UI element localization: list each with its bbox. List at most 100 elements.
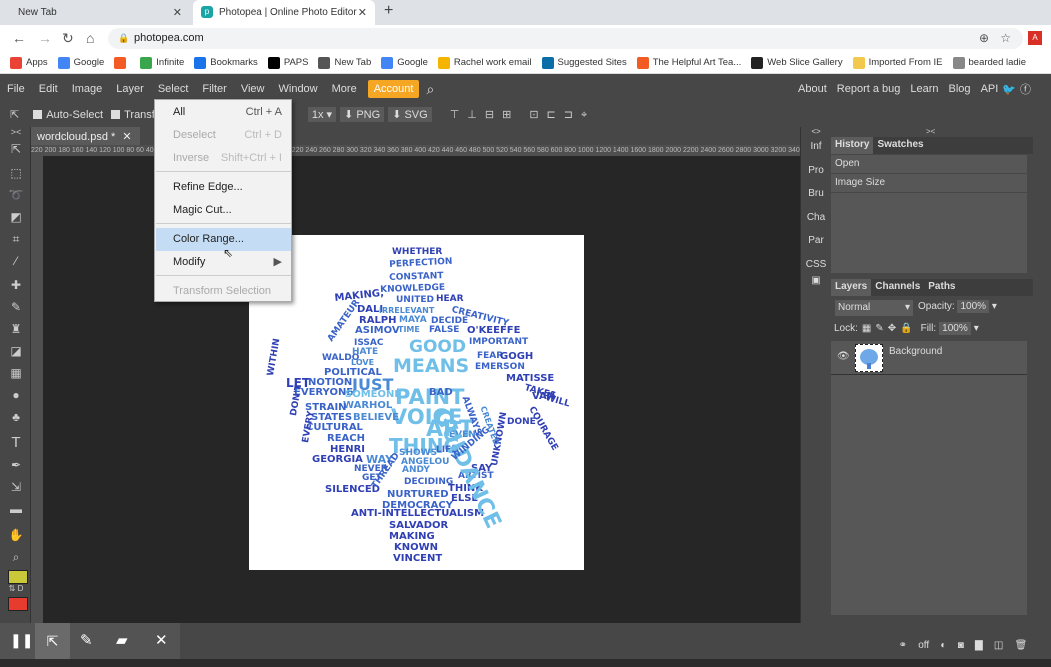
opacity-field[interactable]: 100% [957, 300, 990, 313]
new-layer-icon[interactable]: ◫ [994, 640, 1003, 651]
collapse-panel-icon[interactable]: >< [926, 127, 935, 136]
brush-tool-icon[interactable]: ✎ [6, 297, 26, 317]
account-button[interactable]: Account [367, 80, 420, 98]
fill-field[interactable]: 100% [939, 322, 971, 335]
export-png-button[interactable]: ⬇ PNG [340, 107, 385, 122]
link-about[interactable]: About [798, 83, 827, 95]
document-tab[interactable]: wordcloud.psd * ✕ [31, 127, 140, 145]
reload-icon[interactable]: ↻ [62, 30, 74, 47]
lock-all-icon[interactable]: 🔒 [900, 323, 912, 334]
path-select-tool-icon[interactable]: ⇲ [6, 477, 26, 497]
menu-item-transform-selection[interactable]: Transform Selection [156, 280, 291, 303]
eraser-tool-icon[interactable]: ◪ [6, 341, 26, 361]
shape-tool-icon[interactable]: ▬ [6, 499, 26, 519]
back-arrow-icon[interactable]: ← [12, 30, 26, 46]
eye-icon[interactable]: 👁 [837, 351, 850, 362]
bookmark-item[interactable]: New Tab [318, 56, 371, 69]
close-document-icon[interactable]: ✕ [122, 131, 131, 143]
folder-icon[interactable]: ▇ [975, 640, 983, 651]
hand-tool-icon[interactable]: ✋ [6, 525, 26, 545]
swap-colors-icon[interactable]: ⇅ D [6, 583, 26, 595]
link-blog[interactable]: Blog [949, 83, 971, 95]
healing-tool-icon[interactable]: ✚ [6, 275, 26, 295]
pointer-icon[interactable]: ⇱ [35, 623, 70, 659]
dodge-tool-icon[interactable]: ♣ [6, 407, 26, 427]
mask-icon[interactable]: ◙ [958, 640, 964, 651]
zoom-select[interactable]: 1x ▾ [307, 107, 337, 122]
bookmark-item[interactable]: bearded ladie [952, 56, 1026, 69]
adjustment-icon[interactable]: ◐ [940, 640, 946, 651]
tab-layers[interactable]: Layers [831, 279, 872, 296]
pdf-extension-icon[interactable]: A [1028, 31, 1042, 45]
close-tab-icon[interactable]: ✕ [358, 6, 367, 19]
gradient-tool-icon[interactable]: ▦ [6, 363, 26, 383]
panel-cha[interactable]: Cha [801, 206, 831, 230]
tab-history[interactable]: History [831, 137, 874, 154]
lock-move-icon[interactable]: ✥ [888, 323, 896, 334]
export-svg-button[interactable]: ⬇ SVG [388, 107, 432, 122]
star-icon[interactable]: ☆ [1000, 28, 1011, 49]
menu-layer[interactable]: Layer [109, 83, 151, 95]
blur-tool-icon[interactable]: ● [6, 385, 26, 405]
facebook-icon[interactable]: ⓕ [1020, 81, 1031, 97]
distribute-icons[interactable]: ⊡⊏⊐⌖ [529, 108, 595, 122]
menu-file[interactable]: File [0, 83, 32, 95]
menu-view[interactable]: View [234, 83, 272, 95]
url-field[interactable]: 🔒 photopea.com ⊕ ☆ [108, 28, 1023, 49]
menu-filter[interactable]: Filter [195, 83, 233, 95]
add-icon[interactable]: ⊕ [979, 28, 989, 49]
blend-mode-select[interactable]: Normal ▾ [835, 300, 913, 316]
bookmark-item[interactable]: The Helpful Art Tea... [636, 56, 741, 69]
eyedropper-tool-icon[interactable]: ⁄ [6, 251, 26, 271]
effects-off-label[interactable]: off [918, 640, 929, 651]
link-icon[interactable]: ⚭ [899, 640, 907, 651]
menu-image[interactable]: Image [65, 83, 110, 95]
menu-item-deselect[interactable]: Deselect Ctrl + D [156, 124, 291, 147]
trash-icon[interactable]: 🗑 [1015, 640, 1028, 651]
link-api[interactable]: API [981, 83, 999, 95]
menu-item-inverse[interactable]: Inverse Shift+Ctrl + I [156, 147, 291, 170]
panel-pro[interactable]: Pro [801, 159, 831, 183]
background-color-swatch[interactable] [8, 597, 28, 611]
chevron-down-icon[interactable]: ▾ [992, 301, 997, 312]
tab-paths[interactable]: Paths [924, 279, 959, 296]
link-report-a-bug[interactable]: Report a bug [837, 83, 901, 95]
tab-channels[interactable]: Channels [871, 279, 924, 296]
move-tool-icon[interactable]: ⇱ [6, 139, 26, 159]
panel-bru[interactable]: Bru [801, 182, 831, 206]
twitter-icon[interactable]: 🐦 [1002, 83, 1016, 96]
menu-item-magic-cut[interactable]: Magic Cut... [156, 199, 291, 222]
tab-photopea[interactable]: p Photopea | Online Photo Editor ✕ [193, 0, 375, 25]
bookmark-item[interactable]: Web Slice Gallery [751, 56, 843, 69]
history-entry[interactable]: Image Size [831, 174, 1027, 192]
move-tool-icon[interactable]: ⇱ [10, 108, 19, 121]
new-tab-plus-icon[interactable]: + [384, 2, 393, 20]
bookmark-item[interactable]: Google [381, 56, 428, 69]
lock-transparency-icon[interactable]: ▦ [862, 323, 871, 334]
pen-icon[interactable]: ✎ [80, 631, 93, 649]
transform-checkbox[interactable]: Transf [111, 109, 155, 121]
bookmark-item[interactable]: Imported From IE [852, 56, 943, 69]
bookmark-item[interactable]: Apps [10, 56, 48, 69]
menu-select[interactable]: Select [151, 83, 196, 95]
bookmark-item[interactable]: Rachel work email [437, 56, 532, 69]
forward-arrow-icon[interactable]: → [38, 30, 52, 46]
menu-item-refine-edge[interactable]: Refine Edge... [156, 176, 291, 199]
pause-icon[interactable]: ❚❚ [10, 632, 33, 649]
chevron-down-icon[interactable]: ▾ [974, 323, 979, 334]
layer-row[interactable]: 👁 Background [831, 341, 1027, 375]
lock-brush-icon[interactable]: ✎ [875, 323, 883, 334]
home-icon[interactable]: ⌂ [86, 30, 94, 46]
panel-par[interactable]: Par [801, 229, 831, 253]
bookmark-item[interactable]: PAPS [267, 56, 308, 69]
history-entry[interactable]: Open [831, 155, 1027, 173]
foreground-color-swatch[interactable] [8, 570, 28, 584]
menu-window[interactable]: Window [272, 83, 325, 95]
zoom-tool-icon[interactable]: ⌕ [6, 547, 26, 567]
marquee-tool-icon[interactable]: ⬚ [6, 163, 26, 183]
pen-tool-icon[interactable]: ✒ [6, 455, 26, 475]
highlighter-icon[interactable]: ▰ [116, 631, 128, 649]
menu-more[interactable]: More [325, 83, 364, 95]
quick-select-tool-icon[interactable]: ◩ [6, 207, 26, 227]
document-canvas[interactable]: WHETHER PERFECTION CONSTANT KNOWLEDGE MAKING… [249, 235, 584, 570]
